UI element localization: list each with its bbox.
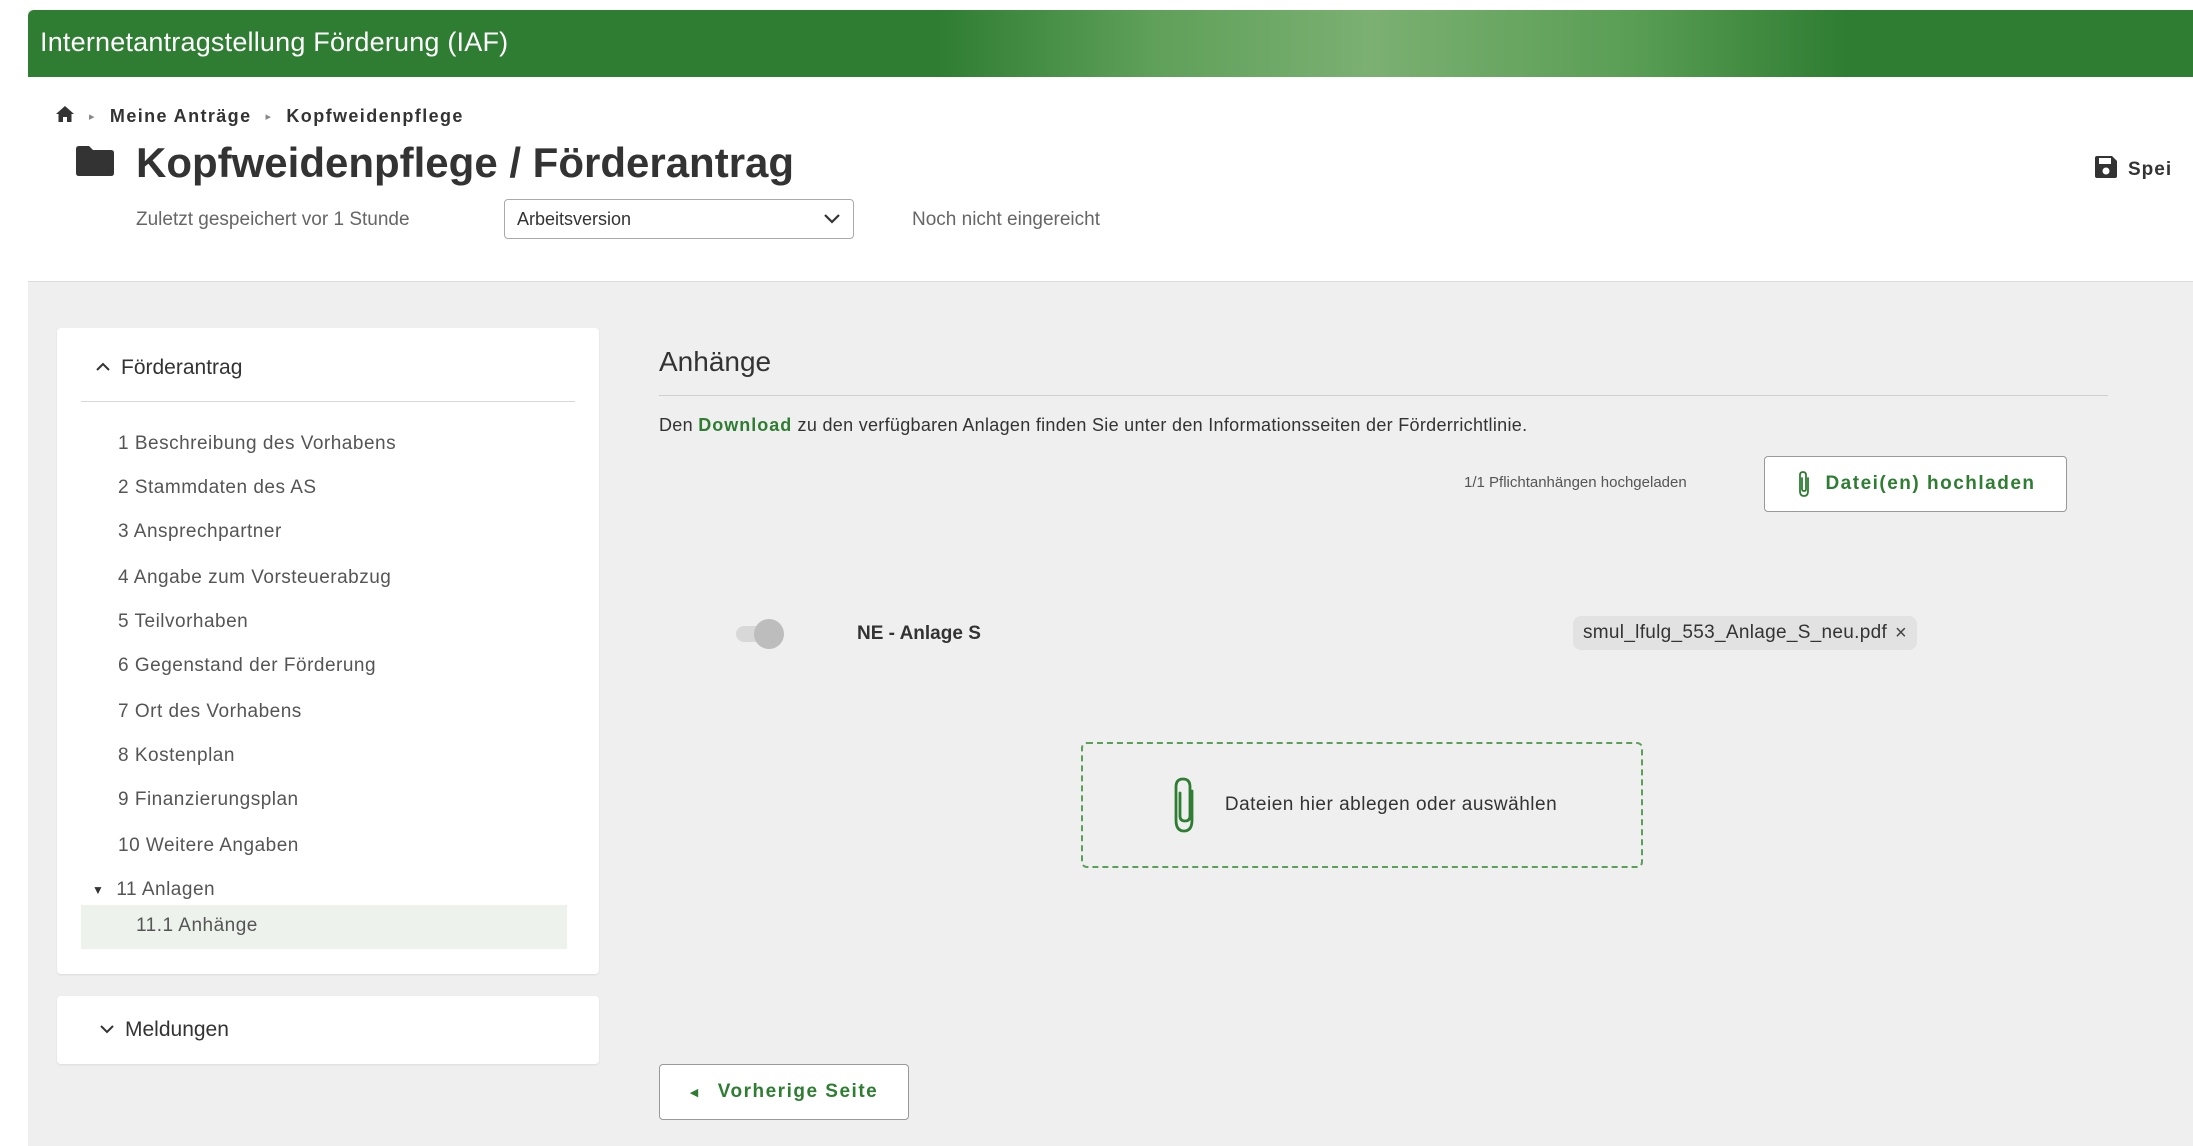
home-icon[interactable] <box>55 105 75 128</box>
sidebar-section-foerderantrag[interactable]: Förderantrag <box>95 356 242 380</box>
app-title: Internetantragstellung Förderung (IAF) <box>40 27 509 57</box>
sidebar-item-1[interactable]: 1 Beschreibung des Vorhabens <box>118 433 396 455</box>
paperclip-icon <box>1799 471 1810 497</box>
sidebar-navigation: Förderantrag 1 Beschreibung des Vorhaben… <box>57 328 599 974</box>
sidebar-section-label: Meldungen <box>125 1018 229 1041</box>
toggle-knob <box>754 619 784 649</box>
save-label: Spei <box>2128 159 2173 180</box>
sidebar-active-label: 11.1 Anhänge <box>136 915 258 936</box>
sidebar-item-11-1-active[interactable]: 11.1 Anhänge <box>81 905 567 949</box>
breadcrumb-item-current[interactable]: Kopfweidenpflege <box>286 106 463 127</box>
app-banner: Internetantragstellung Förderung (IAF) <box>28 10 2193 77</box>
sidebar-item-9[interactable]: 9 Finanzierungsplan <box>118 789 299 811</box>
previous-page-button[interactable]: ◀ Vorherige Seite <box>659 1064 909 1120</box>
app-frame: Internetantragstellung Förderung (IAF) ▸… <box>28 10 2193 1146</box>
sidebar-group-label: 11 Anlagen <box>116 879 216 900</box>
upload-button-label: Datei(en) hochladen <box>1825 473 2036 494</box>
save-button[interactable]: Spei <box>2093 154 2172 186</box>
sidebar-item-6[interactable]: 6 Gegenstand der Förderung <box>118 655 376 677</box>
file-dropzone[interactable]: Dateien hier ablegen oder auswählen <box>1081 742 1643 868</box>
page-header: ▸ Meine Anträge ▸ Kopfweidenpflege Kopfw… <box>28 77 2193 282</box>
page-title: Kopfweidenpflege / Förderantrag <box>136 139 795 186</box>
breadcrumb-item-meine-antraege[interactable]: Meine Anträge <box>110 106 252 127</box>
sidebar-section-meldungen[interactable]: Meldungen <box>99 1018 229 1042</box>
paperclip-icon <box>1174 777 1194 833</box>
sidebar-section-meldungen-card: Meldungen <box>57 996 599 1064</box>
file-chip[interactable]: smul_lfulg_553_Anlage_S_neu.pdf × <box>1573 616 1918 650</box>
caret-down-icon: ▼ <box>92 883 105 897</box>
sidebar-item-5[interactable]: 5 Teilvorhaben <box>118 611 248 633</box>
sidebar-item-4[interactable]: 4 Angabe zum Vorsteuerabzug <box>118 567 391 589</box>
file-name: smul_lfulg_553_Anlage_S_neu.pdf <box>1583 622 1888 643</box>
attachment-label: NE - Anlage S <box>857 623 981 644</box>
page-title-row: Kopfweidenpflege / Förderantrag <box>74 139 794 187</box>
version-select[interactable]: Arbeitsversion <box>504 199 854 239</box>
version-select-value: Arbeitsversion <box>517 208 632 229</box>
sidebar-item-7[interactable]: 7 Ort des Vorhabens <box>118 701 302 723</box>
section-title: Anhänge <box>659 346 772 377</box>
upload-files-button[interactable]: Datei(en) hochladen <box>1764 456 2067 512</box>
divider <box>659 395 2108 396</box>
sidebar-item-11[interactable]: ▼ 11 Anlagen <box>92 879 215 901</box>
breadcrumb-separator-icon: ▸ <box>265 111 273 123</box>
remove-file-icon[interactable]: × <box>1895 622 1907 645</box>
info-text: Den Download zu den verfügbaren Anlagen … <box>659 415 1527 436</box>
upload-count-text: 1/1 Pflichtanhängen hochgeladen <box>1464 474 1687 491</box>
download-link[interactable]: Download <box>698 415 792 435</box>
previous-page-label: Vorherige Seite <box>717 1081 879 1102</box>
sidebar-section-label: Förderantrag <box>121 356 243 379</box>
last-saved-text: Zuletzt gespeichert vor 1 Stunde <box>136 209 410 230</box>
chevron-down-icon <box>823 209 841 230</box>
chevron-up-icon <box>95 359 111 377</box>
info-prefix: Den <box>659 415 693 435</box>
breadcrumb: ▸ Meine Anträge ▸ Kopfweidenpflege <box>55 105 464 128</box>
folder-icon <box>74 144 116 183</box>
dropzone-text: Dateien hier ablegen oder auswählen <box>1224 794 1558 815</box>
sidebar-item-2[interactable]: 2 Stammdaten des AS <box>118 477 317 499</box>
info-suffix: zu den verfügbaren Anlagen finden Sie un… <box>797 415 1528 435</box>
sidebar-item-10[interactable]: 10 Weitere Angaben <box>118 835 299 857</box>
submission-status: Noch nicht eingereicht <box>912 209 1100 230</box>
caret-left-icon: ◀ <box>689 1086 700 1099</box>
divider <box>81 401 575 402</box>
breadcrumb-separator-icon: ▸ <box>89 111 96 123</box>
sidebar-item-3[interactable]: 3 Ansprechpartner <box>118 521 282 543</box>
sidebar-item-8[interactable]: 8 Kostenplan <box>118 745 235 767</box>
chevron-down-icon <box>99 1021 115 1039</box>
save-icon <box>2093 154 2119 186</box>
attachment-toggle[interactable] <box>734 619 784 649</box>
